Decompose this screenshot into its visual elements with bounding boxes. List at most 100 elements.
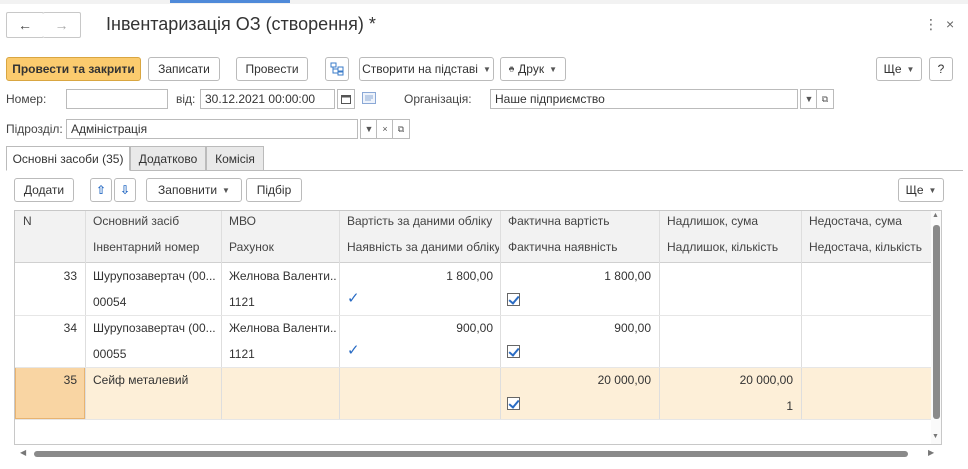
caret-down-icon: ▼	[364, 124, 374, 134]
scroll-right-icon[interactable]: ▶	[928, 448, 934, 457]
asset-cell[interactable]: Шурупозавертач (00...	[87, 269, 219, 283]
print-button[interactable]: Друк ▼	[500, 57, 566, 81]
more-menu-icon[interactable]: ⋮	[924, 16, 938, 33]
row-number[interactable]: 33	[17, 269, 83, 283]
structure-button[interactable]	[325, 57, 349, 81]
help-label: ?	[937, 62, 945, 76]
table-more-label: Ще	[905, 183, 924, 197]
scroll-up-icon[interactable]: ▲	[932, 212, 939, 219]
clear-icon: ×	[382, 124, 388, 134]
actual-presence-checkbox[interactable]	[507, 293, 520, 306]
mvo-cell[interactable]: Желнова Валенти...	[223, 269, 337, 283]
book-value-cell[interactable]: 1 800,00	[341, 269, 499, 283]
select-button[interactable]: Підбір	[246, 178, 302, 202]
actual-presence-checkbox[interactable]	[507, 397, 520, 410]
asset-cell[interactable]: Шурупозавертач (00...	[87, 321, 219, 335]
post-button[interactable]: Провести	[236, 57, 308, 81]
scroll-down-icon[interactable]: ▼	[932, 433, 939, 440]
tab-fixed-assets[interactable]: Основні засоби (35)	[6, 146, 130, 171]
actual-value-cell[interactable]: 900,00	[502, 321, 657, 335]
scroll-left-icon[interactable]: ◀	[20, 448, 26, 457]
arrow-left-icon: ←	[18, 17, 32, 33]
date-input[interactable]: 30.12.2021 00:00:00	[200, 89, 335, 109]
page-title: Інвентаризація ОЗ (створення) *	[106, 14, 376, 34]
caret-down-icon: ▼	[906, 64, 915, 74]
caret-down-icon: ▼	[222, 185, 230, 195]
help-button[interactable]: ?	[929, 57, 953, 81]
fill-button[interactable]: Заповнити ▼	[146, 178, 242, 202]
department-open-button[interactable]: ⧉	[392, 119, 410, 139]
surplus-sum-cell[interactable]: 20 000,00	[661, 373, 799, 387]
document-link-icon[interactable]	[362, 92, 376, 107]
forward-button[interactable]: →	[43, 12, 81, 38]
book-value-cell[interactable]: 900,00	[341, 321, 499, 335]
arrow-right-icon: →	[54, 17, 69, 33]
save-button[interactable]: Записати	[148, 57, 220, 81]
caret-down-icon: ▼	[928, 185, 937, 195]
header-asset[interactable]: Основний засіб	[87, 214, 219, 228]
add-row-button[interactable]: Додати	[14, 178, 74, 202]
inventory-number-cell[interactable]: 00055	[87, 347, 219, 361]
close-icon[interactable]: ×	[946, 16, 954, 32]
move-up-button[interactable]: ⇧	[90, 178, 112, 202]
actual-value-cell[interactable]: 1 800,00	[502, 269, 657, 283]
table-more-button[interactable]: Ще ▼	[898, 178, 944, 202]
inventory-number-cell[interactable]: 00054	[87, 295, 219, 309]
organization-label: Організація:	[404, 92, 472, 106]
header-n[interactable]: N	[17, 214, 83, 228]
horizontal-scrollbar[interactable]: ◀ ▶	[14, 447, 942, 461]
row-separator	[15, 419, 931, 420]
asset-cell[interactable]: Сейф металевий	[87, 373, 219, 387]
header-actual-value[interactable]: Фактична вартість	[502, 214, 657, 228]
actual-value-cell[interactable]: 20 000,00	[502, 373, 657, 387]
header-surplus-qty[interactable]: Надлишок, кількість	[661, 240, 799, 254]
create-based-on-button[interactable]: Створити на підставі ▼	[359, 57, 494, 81]
post-and-close-label: Провести та закрити	[12, 62, 135, 76]
surplus-qty-cell[interactable]: 1	[661, 399, 799, 413]
header-book-presence[interactable]: Наявність за даними обліку	[341, 240, 499, 254]
calendar-button[interactable]	[337, 89, 355, 109]
organization-input[interactable]: Наше підприємство	[490, 89, 798, 109]
back-button[interactable]: ←	[6, 12, 44, 38]
tab-additional[interactable]: Додатково	[130, 146, 206, 171]
assets-table: N Основний засіб МВО Вартість за даними …	[14, 210, 942, 445]
arrow-up-icon: ⇧	[95, 183, 107, 197]
mvo-cell[interactable]: Желнова Валенти...	[223, 321, 337, 335]
move-down-button[interactable]: ⇩	[114, 178, 136, 202]
caret-down-icon: ▼	[804, 94, 814, 104]
arrow-down-icon: ⇩	[119, 183, 131, 197]
header-actual-presence[interactable]: Фактична наявність	[502, 240, 657, 254]
print-label: Друк	[518, 62, 545, 76]
open-link-icon: ⧉	[821, 93, 829, 104]
header-book-value[interactable]: Вартість за даними обліку	[341, 214, 499, 228]
number-input[interactable]	[66, 89, 168, 109]
printer-icon	[509, 66, 515, 72]
top-tab-strip	[0, 0, 968, 4]
organization-open-button[interactable]: ⧉	[816, 89, 834, 109]
caret-down-icon: ▼	[549, 64, 557, 74]
header-shortage-qty[interactable]: Недостача, кількість	[803, 240, 931, 254]
more-button[interactable]: Ще ▼	[876, 57, 922, 81]
vertical-scrollbar[interactable]: ▲ ▼	[931, 211, 941, 444]
header-shortage-sum[interactable]: Недостача, сума	[803, 214, 931, 228]
actual-presence-checkbox[interactable]	[507, 345, 520, 358]
row-number[interactable]: 34	[17, 321, 83, 335]
header-surplus-sum[interactable]: Надлишок, сума	[661, 214, 799, 228]
vertical-scroll-thumb[interactable]	[933, 225, 940, 419]
row-separator	[15, 367, 931, 368]
horizontal-scroll-thumb[interactable]	[34, 451, 908, 457]
tab-divider	[6, 170, 963, 171]
row-number[interactable]: 35	[17, 373, 83, 387]
account-cell[interactable]: 1121	[223, 347, 337, 361]
account-cell[interactable]: 1121	[223, 295, 337, 309]
post-and-close-button[interactable]: Провести та закрити	[6, 57, 141, 81]
header-mvo[interactable]: МВО	[223, 214, 337, 228]
department-input[interactable]: Адміністрація	[66, 119, 358, 139]
tab-commission[interactable]: Комісія	[206, 146, 264, 171]
save-label: Записати	[158, 62, 210, 76]
header-account[interactable]: Рахунок	[223, 240, 337, 254]
header-inventory-number[interactable]: Інвентарний номер	[87, 240, 219, 254]
number-label: Номер:	[6, 92, 47, 106]
post-label: Провести	[245, 62, 299, 76]
checkmark-icon: ✓	[347, 342, 360, 359]
